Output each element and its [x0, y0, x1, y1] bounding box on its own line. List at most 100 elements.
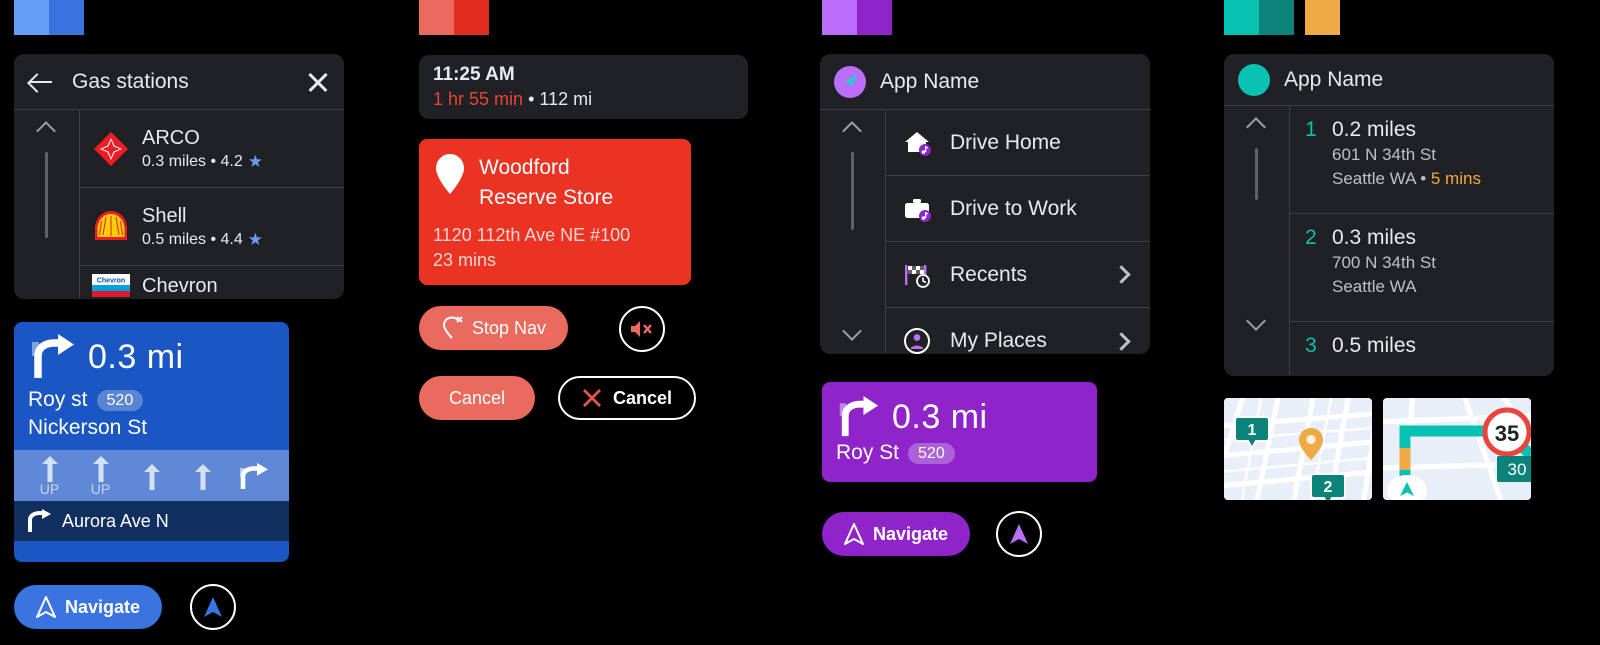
list-item[interactable]: ARCO 0.3 miles • 4.2 ★: [80, 110, 344, 188]
next-turn-row: Aurora Ave N: [14, 501, 289, 541]
next-street-name: Aurora Ave N: [62, 510, 169, 531]
page-title: Gas stations: [72, 69, 189, 93]
lane-label: UP: [39, 481, 60, 497]
stop-nav-button[interactable]: Stop Nav: [419, 306, 569, 350]
app-avatar: [834, 65, 866, 98]
menu-item-label: Drive Home: [950, 130, 1061, 154]
star-icon: ★: [247, 229, 264, 249]
star-icon: ★: [247, 151, 264, 171]
mute-button[interactable]: [619, 306, 665, 352]
gas-stations-panel: Gas stations ARCO 0.3 miles • 4.2 ★ Shel…: [14, 54, 344, 299]
cancel-button-outline[interactable]: Cancel: [558, 376, 697, 420]
menu-item-my-places[interactable]: My Places: [886, 308, 1150, 354]
lane-item-active: [235, 460, 273, 494]
app-name: App Name: [1284, 67, 1384, 91]
map-pin-icon: [436, 154, 464, 194]
account-pin-icon: [902, 326, 932, 354]
nav-distance-row: 0.3 mi: [836, 396, 1083, 438]
navigation-card-purple: 0.3 mi Roy St 520: [822, 382, 1097, 482]
close-icon[interactable]: [306, 70, 330, 94]
chevron-down-icon[interactable]: [842, 325, 864, 339]
steps-panel-header: App Name: [1224, 54, 1554, 106]
eta-duration: 1 hr 55 min: [433, 89, 524, 109]
list-item-sub-text: 0.3 miles • 4.2: [142, 152, 243, 170]
list-item-subtitle: 0.5 miles • 4.4 ★: [142, 230, 263, 250]
destination-eta: 23 mins: [433, 250, 497, 270]
step-city: Seattle WA: [1332, 169, 1416, 188]
recenter-button[interactable]: [190, 584, 236, 630]
eta-separator: •: [528, 89, 535, 109]
step-distance: 0.3 miles: [1332, 226, 1417, 249]
eta-distance: 112 mi: [539, 89, 593, 109]
teal-dot-icon: [1238, 63, 1270, 96]
speed-limit-sign: 35: [1482, 407, 1531, 457]
nav-street-row: Roy St 520: [836, 441, 1083, 465]
scrollbar-rail[interactable]: [1224, 106, 1290, 375]
amber-theme-swatches: [1305, 0, 1340, 35]
highway-badge: 520: [96, 389, 144, 411]
scrollbar-rail[interactable]: [14, 110, 80, 298]
navigate-button[interactable]: Navigate: [14, 585, 163, 629]
list-item[interactable]: 1 0.2 miles 601 N 34th St Seattle WA • 5…: [1290, 106, 1554, 214]
volume-mute-icon: [631, 321, 652, 337]
navigate-button[interactable]: Navigate: [822, 512, 971, 556]
list-item-title: Shell: [142, 204, 187, 227]
arrow-back-icon[interactable]: [28, 69, 54, 95]
svg-text:2: 2: [1324, 479, 1333, 496]
step-number: 3: [1305, 334, 1317, 357]
step-separator: •: [1415, 169, 1431, 188]
map-thumbnail-markers[interactable]: 1 2: [1224, 398, 1372, 500]
map-thumbnail-route[interactable]: 35 30: [1383, 398, 1531, 500]
swatch-blue-light: [14, 0, 49, 35]
gas-stations-list: ARCO 0.3 miles • 4.2 ★ Shell 0.5 miles •…: [80, 110, 344, 298]
chevron-up-icon[interactable]: [1246, 118, 1268, 132]
scrollbar-rail[interactable]: [820, 110, 886, 353]
menu-item-label: Recents: [950, 262, 1028, 286]
step-number: 2: [1305, 226, 1317, 249]
menu-item-label: My Places: [950, 329, 1047, 352]
lane-item: UP: [31, 456, 69, 497]
step-distance: 0.2 miles: [1332, 118, 1417, 141]
list-item[interactable]: 3 0.5 miles: [1290, 322, 1554, 369]
lane-straight-icon: [92, 456, 109, 482]
home-icon: [902, 128, 932, 158]
menu-item-label: Drive to Work: [950, 196, 1077, 220]
destination-header: Woodford Reserve Store: [433, 153, 677, 213]
list-item[interactable]: Shell 0.5 miles • 4.4 ★: [80, 188, 344, 266]
step-city-row: Seattle WA • 5 mins: [1332, 167, 1554, 191]
destination-address: 1120 112th Ave NE #100: [433, 225, 631, 245]
highway-badge: 520: [908, 442, 955, 464]
chevron-down-icon[interactable]: [1246, 315, 1268, 329]
menu-item-recents[interactable]: Recents: [886, 242, 1150, 308]
destination-name-line1: Woodford: [479, 156, 570, 179]
chevron-up-icon[interactable]: [36, 122, 58, 136]
menu-item-drive-to-work[interactable]: Drive to Work: [886, 176, 1150, 242]
chevron-right-icon[interactable]: [1112, 265, 1131, 284]
scrollbar-thumb[interactable]: [1255, 148, 1258, 200]
recenter-button[interactable]: [996, 511, 1042, 557]
nav-card-top: 0.3 mi Roy St 520: [822, 382, 1097, 479]
eta-arrival-time: 11:25 AM: [433, 64, 515, 85]
scrollbar-thumb[interactable]: [45, 152, 48, 238]
turn-right-icon: [32, 334, 74, 378]
map-marker-2: 2: [1310, 473, 1346, 500]
list-item-title: ARCO: [142, 126, 200, 149]
chevron-right-icon[interactable]: [1112, 331, 1131, 351]
cancel-outline-label: Cancel: [613, 387, 673, 408]
menu-item-drive-home[interactable]: Drive Home: [886, 110, 1150, 176]
cancel-button-filled[interactable]: Cancel: [419, 376, 536, 420]
swatch-red-dark: [454, 0, 489, 35]
app-menu-list: Drive Home Drive to Work Recents My Plac…: [886, 110, 1150, 354]
swatch-blue-dark: [49, 0, 84, 35]
shell-logo-icon: [92, 208, 130, 246]
lane-label: UP: [90, 481, 111, 497]
list-item[interactable]: 2 0.3 miles 700 N 34th St Seattle WA: [1290, 214, 1554, 322]
scrollbar-thumb[interactable]: [851, 152, 854, 230]
svg-text:Chevron: Chevron: [97, 278, 125, 285]
stop-nav-label: Stop Nav: [472, 317, 547, 338]
navigation-card-blue: 0.3 mi Roy st 520 Nickerson St UP UP Aur…: [14, 322, 289, 562]
chevron-up-icon[interactable]: [842, 122, 864, 136]
steps-panel-teal: App Name 1 0.2 miles 601 N 34th St Seatt…: [1224, 54, 1554, 376]
list-item[interactable]: Chevron Chevron: [80, 266, 344, 299]
step-address: 700 N 34th St: [1332, 253, 1436, 272]
